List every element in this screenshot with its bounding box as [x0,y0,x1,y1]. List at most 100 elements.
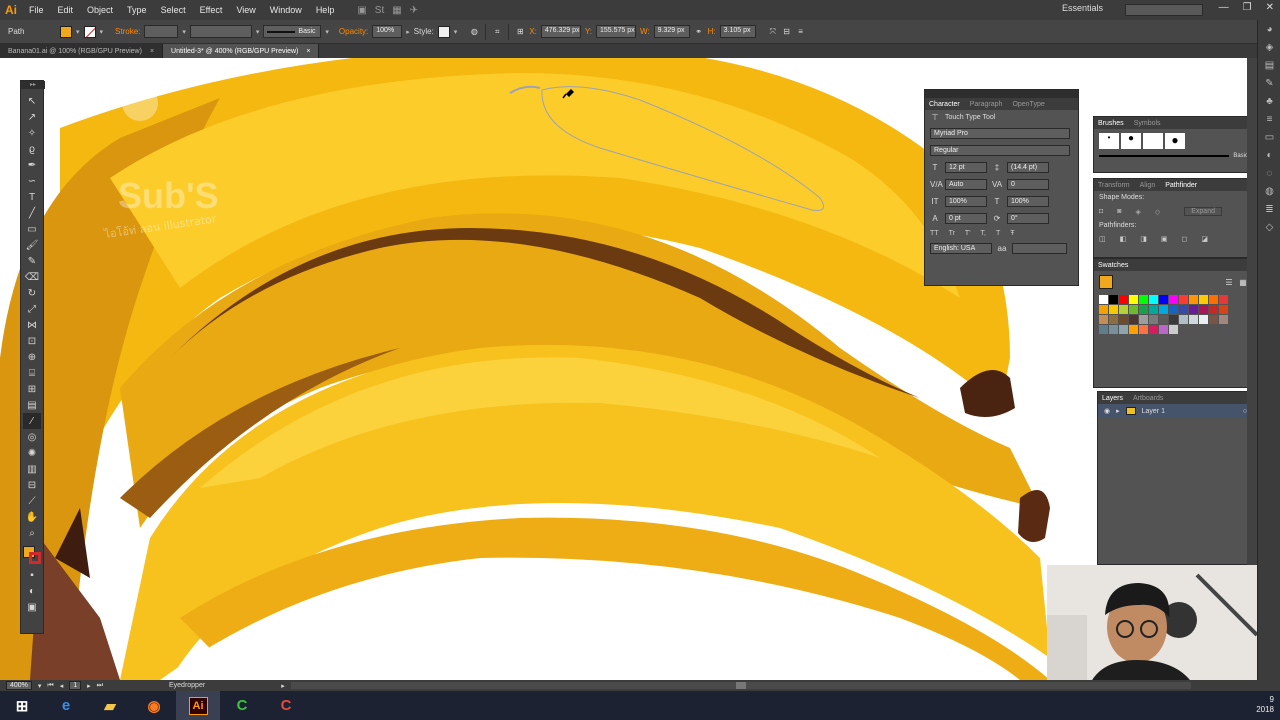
panel-grip[interactable]: ▸▸ [21,81,45,89]
color-swatch[interactable] [1159,295,1168,304]
firefox-icon[interactable]: ◉ [132,691,176,720]
system-clock[interactable]: 9 2018 [1256,695,1274,715]
stroke-label[interactable]: Stroke: [115,27,140,36]
previous-artboard-icon[interactable]: ◂ [60,682,64,690]
next-artboard-icon[interactable]: ▸ [87,682,91,690]
underline-icon[interactable]: T [996,230,1000,237]
color-swatch[interactable] [1119,295,1128,304]
horizontal-scrollbar[interactable] [290,682,1191,689]
color-swatch[interactable] [1149,295,1158,304]
color-swatch[interactable] [1199,305,1208,314]
chevron-down-icon[interactable]: ▾ [256,28,260,36]
type-tool-icon[interactable]: T [23,189,41,205]
reference-point-icon[interactable]: ⊞ [515,27,525,36]
paintbrush-tool-icon[interactable]: 🖌 [23,237,41,253]
baseline-shift-field[interactable]: 0 pt [945,213,987,224]
camtasia-icon[interactable]: C [220,691,264,720]
color-swatch[interactable] [1109,295,1118,304]
width-tool-icon[interactable]: ⋈ [23,317,41,333]
tab-brushes[interactable]: Brushes [1098,120,1124,127]
color-swatch[interactable] [1109,325,1118,334]
color-swatch[interactable] [1209,315,1218,324]
libraries-icon[interactable]: ▤ [1258,56,1280,74]
superscript-icon[interactable]: T' [965,230,971,237]
free-transform-tool-icon[interactable]: ⊡ [23,333,41,349]
pen-tool-icon[interactable]: ✒ [23,157,41,173]
screen-recorder-icon[interactable]: C [264,691,308,720]
color-swatch[interactable] [1109,315,1118,324]
all-caps-icon[interactable]: TT [930,230,939,237]
symbol-sprayer-tool-icon[interactable]: ✺ [23,445,41,461]
chevron-down-icon[interactable]: ▾ [100,28,104,36]
color-swatch[interactable] [1099,305,1108,314]
properties-icon[interactable]: ≡ [1258,110,1280,128]
windows-start-icon[interactable]: ⊞ [0,691,44,720]
color-swatch[interactable] [1149,305,1158,314]
stock-icon[interactable]: St [375,5,384,16]
fill-swatch[interactable] [60,25,72,38]
crop-icon[interactable]: ▣ [1161,235,1168,243]
intersect-icon[interactable]: ◈ [1135,208,1140,216]
brush-item[interactable]: ● [1121,133,1141,149]
bridge-icon[interactable]: ▣ [357,5,366,16]
curvature-tool-icon[interactable]: ∽ [23,173,41,189]
menu-type[interactable]: Type [120,5,154,15]
color-swatch[interactable] [1179,305,1188,314]
minus-front-icon[interactable]: ◙ [1117,208,1121,215]
kerning-field[interactable]: Auto [945,179,987,190]
menu-view[interactable]: View [229,5,262,15]
artboard-tool-icon[interactable]: ⊟ [23,477,41,493]
color-swatch[interactable] [1219,295,1228,304]
chevron-down-icon[interactable]: ▾ [76,28,80,36]
chevron-down-icon[interactable]: ▾ [454,28,458,36]
chevron-down-icon[interactable]: ▾ [38,682,42,690]
outline-icon[interactable]: ◻ [1182,235,1188,243]
lasso-tool-icon[interactable]: ϱ [23,141,41,157]
zoom-tool-icon[interactable]: ⌕ [23,525,41,541]
color-swatch[interactable] [1149,315,1158,324]
search-input[interactable] [1125,4,1203,16]
close-icon[interactable]: × [306,48,310,55]
expand-arrow-icon[interactable]: ▸ [1116,407,1120,415]
horizontal-scale-field[interactable]: 100% [1007,196,1049,207]
brush-definition-field[interactable]: Basic [263,25,322,38]
status-menu-icon[interactable]: ▸ [281,682,285,690]
menu-object[interactable]: Object [80,5,120,15]
visibility-eye-icon[interactable]: ◉ [1104,407,1110,415]
tab-artboards[interactable]: Artboards [1133,395,1163,402]
h-field[interactable]: 3.105 px [719,25,756,38]
vertical-scale-field[interactable]: 100% [945,196,987,207]
isolate-icon[interactable]: ⊟ [782,27,792,36]
y-field[interactable]: 155.575 px [596,25,636,38]
menu-window[interactable]: Window [263,5,309,15]
arrange-documents-icon[interactable]: ▦ [392,5,401,16]
color-swatch[interactable] [1129,305,1138,314]
mesh-tool-icon[interactable]: ⊞ [23,381,41,397]
color-swatch[interactable] [1199,315,1208,324]
color-swatch[interactable] [1209,305,1218,314]
brush-item[interactable]: • [1099,133,1119,149]
color-swatch[interactable] [1159,315,1168,324]
strikethrough-icon[interactable]: Ŧ [1010,230,1014,237]
tab-transform[interactable]: Transform [1098,182,1130,189]
selection-tool-icon[interactable]: ↖ [23,93,41,109]
color-mode-icon[interactable]: ▪ [23,567,41,583]
last-artboard-icon[interactable]: ⏭ [97,682,103,690]
color-swatch[interactable] [1119,315,1128,324]
color-swatch[interactable] [1139,325,1148,334]
tab-swatches[interactable]: Swatches [1098,262,1128,269]
color-swatch[interactable] [1169,305,1178,314]
menu-help[interactable]: Help [309,5,342,15]
stroke-color-swatch[interactable] [29,552,41,564]
align-to-icon[interactable]: ⌗ [492,27,502,37]
color-swatch[interactable] [1149,325,1158,334]
maximize-icon[interactable]: ❐ [1243,2,1252,13]
font-style-field[interactable]: Regular [930,145,1070,156]
subscript-icon[interactable]: T, [981,230,986,237]
unite-icon[interactable]: ◘ [1099,208,1103,215]
color-swatch[interactable] [1099,315,1108,324]
divide-icon[interactable]: ◫ [1099,235,1106,243]
variable-width-field[interactable] [189,25,252,38]
chevron-right-icon[interactable]: ▸ [406,28,410,36]
tab-pathfinder[interactable]: Pathfinder [1165,182,1197,189]
